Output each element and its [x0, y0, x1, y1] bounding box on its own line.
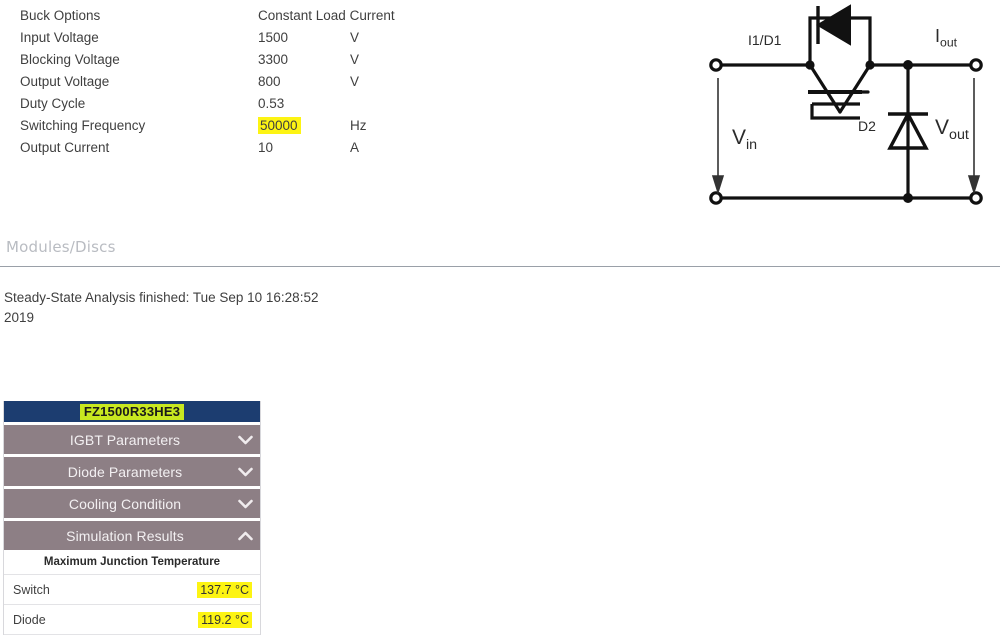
result-name: Diode [13, 612, 46, 627]
param-label: Blocking Voltage [20, 52, 120, 67]
param-row: Input Voltage 1500 V [20, 30, 440, 52]
result-row: Switch 137.7 °C [4, 575, 260, 605]
circuit-label-switch: I1/D1 [748, 32, 782, 48]
module-name-label: FZ1500R33HE3 [79, 403, 185, 420]
circuit-label-iout: Iout [935, 26, 957, 50]
param-unit: V [350, 74, 360, 89]
accordion-label: Diode Parameters [67, 463, 183, 480]
param-row: Buck Options Constant Load Current [20, 8, 440, 30]
param-unit: A [350, 140, 360, 155]
accordion-label: IGBT Parameters [69, 431, 181, 448]
circuit-label-vout: Vout [935, 116, 969, 143]
result-value-highlight: 119.2 °C [198, 611, 252, 628]
accordion-item-diode-parameters[interactable]: Diode Parameters [4, 457, 260, 486]
param-value: 50000 [258, 117, 350, 134]
param-label: Output Voltage [20, 74, 110, 89]
vout-subscript: out [949, 127, 969, 144]
result-value: 119.2 °C [198, 611, 260, 628]
result-name: Switch [13, 582, 50, 597]
param-label: Input Voltage [20, 30, 99, 45]
accordion-item-cooling-condition[interactable]: Cooling Condition [4, 489, 260, 518]
chevron-up-icon[interactable] [230, 531, 260, 541]
iout-subscript: out [940, 35, 958, 50]
vout-symbol: V [935, 116, 950, 139]
param-value: 800 [258, 74, 281, 89]
param-value: 1500 [258, 30, 289, 45]
param-value: Constant Load Current [258, 8, 395, 23]
module-title-bar: FZ1500R33HE3 [4, 401, 260, 422]
buck-parameters-table: Buck Options Constant Load Current Input V… [20, 8, 440, 162]
param-unit: Hz [350, 118, 367, 133]
param-row: Blocking Voltage 3300 V [20, 52, 440, 74]
accordion-list: IGBT Parameters Diode Parameters Cooling C… [4, 425, 260, 550]
param-label: Duty Cycle [20, 96, 86, 111]
buck-converter-circuit-diagram: I1/D1 D2 Vin Vout Iout [690, 0, 1000, 220]
result-value: 137.7 °C [197, 581, 260, 598]
circuit-label-diode: D2 [858, 118, 876, 134]
param-label: Switching Frequency [20, 118, 146, 133]
param-label: Output Current [20, 140, 110, 155]
param-row: Output Voltage 800 V [20, 74, 440, 96]
vin-arrow [711, 78, 725, 195]
analysis-status-message: Steady-State Analysis finished: Tue Sep … [4, 290, 319, 325]
section-divider [0, 266, 1000, 267]
vout-arrow [967, 78, 981, 195]
result-row: Diode 119.2 °C [4, 605, 260, 635]
param-label: Buck Options [20, 8, 101, 23]
chevron-down-icon[interactable] [230, 467, 260, 477]
accordion-item-simulation-results[interactable]: Simulation Results [4, 521, 260, 550]
antiparallel-diode-symbol [808, 4, 872, 65]
modules-discs-section: Modules/Discs [0, 238, 1000, 267]
accordion-item-igbt-parameters[interactable]: IGBT Parameters [4, 425, 260, 454]
chevron-down-icon[interactable] [230, 435, 260, 445]
result-value-highlight: 137.7 °C [197, 581, 252, 598]
results-rows: Switch 137.7 °C Diode 119.2 °C [4, 575, 260, 635]
accordion-label: Simulation Results [66, 527, 184, 544]
vin-symbol: V [732, 126, 747, 149]
igbt-symbol [808, 90, 862, 120]
param-row: Switching Frequency 50000 Hz [20, 117, 440, 140]
param-value-highlight: 50000 [258, 117, 301, 134]
param-value: 3300 [258, 52, 289, 67]
param-value: 10 [258, 140, 274, 155]
param-row: Output Current 10 A [20, 140, 440, 162]
chevron-down-icon[interactable] [230, 499, 260, 509]
circuit-label-vin: Vin [732, 126, 757, 153]
accordion-label: Cooling Condition [68, 495, 182, 512]
module-results-panel: FZ1500R33HE3 IGBT Parameters Diode Parame… [3, 401, 261, 635]
param-value: 0.53 [258, 96, 285, 111]
param-unit: V [350, 30, 360, 45]
param-row: Duty Cycle 0.53 [20, 96, 440, 118]
vin-subscript: in [746, 137, 758, 154]
results-table-header: Maximum Junction Temperature [4, 550, 260, 575]
param-unit: V [350, 52, 360, 67]
simulation-results-body: Maximum Junction Temperature Switch 137.7… [4, 550, 260, 635]
modules-discs-heading: Modules/Discs [6, 238, 116, 256]
